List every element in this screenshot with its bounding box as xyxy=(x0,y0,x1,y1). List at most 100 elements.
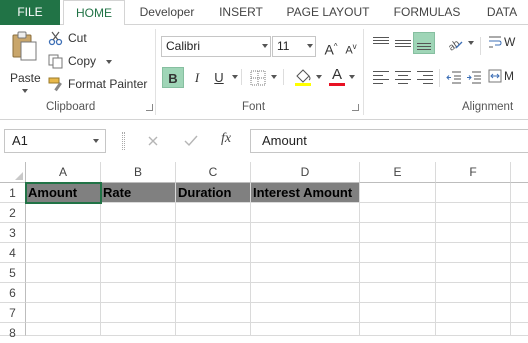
cell-f7[interactable] xyxy=(436,303,511,323)
cell-f1[interactable] xyxy=(436,183,511,203)
cell-b3[interactable] xyxy=(101,223,176,243)
cell-a3[interactable] xyxy=(26,223,101,243)
cell-e8[interactable] xyxy=(360,323,436,336)
cancel-entry-icon[interactable] xyxy=(147,135,159,147)
format-painter-button[interactable]: Format Painter xyxy=(48,76,150,94)
bold-button[interactable]: B xyxy=(162,67,184,88)
decrease-indent-icon[interactable] xyxy=(446,70,462,85)
row-header-4[interactable]: 4 xyxy=(0,243,26,263)
tab-developer[interactable]: Developer xyxy=(130,0,204,25)
borders-icon[interactable] xyxy=(250,70,266,86)
cell-f8[interactable] xyxy=(436,323,511,336)
cell-c7[interactable] xyxy=(176,303,251,323)
row-header-5[interactable]: 5 xyxy=(0,263,26,283)
cell-a2[interactable] xyxy=(26,203,101,223)
orientation-dropdown-icon[interactable] xyxy=(468,41,474,45)
cell-a8[interactable] xyxy=(26,323,101,336)
row-header-8[interactable]: 8 xyxy=(0,323,26,340)
align-center-icon[interactable] xyxy=(395,70,411,84)
merge-center-button[interactable]: M xyxy=(488,67,528,87)
copy-button[interactable]: Copy xyxy=(48,53,116,71)
formula-input[interactable]: Amount xyxy=(250,129,528,153)
cell-b8[interactable] xyxy=(101,323,176,336)
grow-font-button[interactable]: A^ xyxy=(320,36,342,58)
cell-e7[interactable] xyxy=(360,303,436,323)
cell-b1[interactable]: Rate xyxy=(101,183,176,203)
cell-d6[interactable] xyxy=(251,283,360,303)
cell-a4[interactable] xyxy=(26,243,101,263)
column-header-a[interactable]: A xyxy=(26,162,101,183)
cell-e1[interactable] xyxy=(360,183,436,203)
cell-e3[interactable] xyxy=(360,223,436,243)
cell-d3[interactable] xyxy=(251,223,360,243)
cell-c8[interactable] xyxy=(176,323,251,336)
cell-b2[interactable] xyxy=(101,203,176,223)
middle-align-icon[interactable] xyxy=(395,36,411,50)
cell-b7[interactable] xyxy=(101,303,176,323)
align-left-icon[interactable] xyxy=(373,70,389,84)
cell-e6[interactable] xyxy=(360,283,436,303)
clipboard-dialog-launcher[interactable] xyxy=(146,104,153,111)
column-header-b[interactable]: B xyxy=(101,162,176,183)
cell-g2[interactable] xyxy=(511,203,528,223)
cell-f3[interactable] xyxy=(436,223,511,243)
font-color-button[interactable]: A xyxy=(327,66,347,88)
column-header-g[interactable] xyxy=(511,162,528,183)
cell-g7[interactable] xyxy=(511,303,528,323)
cell-d4[interactable] xyxy=(251,243,360,263)
row-header-7[interactable]: 7 xyxy=(0,303,26,323)
cell-e4[interactable] xyxy=(360,243,436,263)
fill-color-icon[interactable] xyxy=(294,67,312,87)
insert-function-button[interactable]: fx xyxy=(221,131,231,147)
column-header-c[interactable]: C xyxy=(176,162,251,183)
paste-button[interactable]: Paste xyxy=(8,31,42,95)
cell-d5[interactable] xyxy=(251,263,360,283)
cell-g1[interactable] xyxy=(511,183,528,203)
cell-d1[interactable]: Interest Amount xyxy=(251,183,360,203)
cell-f2[interactable] xyxy=(436,203,511,223)
resize-grip-icon[interactable] xyxy=(122,132,125,150)
cell-f4[interactable] xyxy=(436,243,511,263)
confirm-entry-icon[interactable] xyxy=(184,135,198,147)
cell-g3[interactable] xyxy=(511,223,528,243)
tab-file[interactable]: FILE xyxy=(0,0,60,25)
select-all-button[interactable] xyxy=(0,162,26,183)
cell-d8[interactable] xyxy=(251,323,360,336)
tab-formulas[interactable]: FORMULAS xyxy=(384,0,470,25)
tab-page-layout[interactable]: PAGE LAYOUT xyxy=(280,0,376,25)
font-dialog-launcher[interactable] xyxy=(352,104,359,111)
name-box[interactable]: A1 xyxy=(4,129,106,153)
cell-e2[interactable] xyxy=(360,203,436,223)
underline-dropdown-icon[interactable] xyxy=(232,75,238,79)
fill-color-dropdown-icon[interactable] xyxy=(316,75,322,79)
underline-button[interactable]: U xyxy=(208,67,230,88)
cell-b4[interactable] xyxy=(101,243,176,263)
cell-f6[interactable] xyxy=(436,283,511,303)
tab-home[interactable]: HOME xyxy=(63,0,125,26)
cell-a1[interactable]: Amount xyxy=(26,183,101,203)
font-name-combobox[interactable]: Calibri xyxy=(161,36,271,57)
cell-c5[interactable] xyxy=(176,263,251,283)
column-header-e[interactable]: E xyxy=(360,162,436,183)
cell-a6[interactable] xyxy=(26,283,101,303)
cell-c1[interactable]: Duration xyxy=(176,183,251,203)
cell-b5[interactable] xyxy=(101,263,176,283)
column-header-d[interactable]: D xyxy=(251,162,360,183)
cell-e5[interactable] xyxy=(360,263,436,283)
cell-g5[interactable] xyxy=(511,263,528,283)
tab-insert[interactable]: INSERT xyxy=(210,0,272,25)
cell-g6[interactable] xyxy=(511,283,528,303)
font-size-combobox[interactable]: 11 xyxy=(272,36,316,57)
italic-button[interactable]: I xyxy=(186,67,208,88)
cell-a7[interactable] xyxy=(26,303,101,323)
cell-c3[interactable] xyxy=(176,223,251,243)
cell-c4[interactable] xyxy=(176,243,251,263)
cut-button[interactable]: Cut xyxy=(48,30,108,48)
row-header-6[interactable]: 6 xyxy=(0,283,26,303)
bottom-align-icon[interactable] xyxy=(413,32,435,54)
cell-a5[interactable] xyxy=(26,263,101,283)
wrap-text-button[interactable]: W xyxy=(488,33,528,53)
row-header-2[interactable]: 2 xyxy=(0,203,26,223)
cell-c6[interactable] xyxy=(176,283,251,303)
cell-f5[interactable] xyxy=(436,263,511,283)
